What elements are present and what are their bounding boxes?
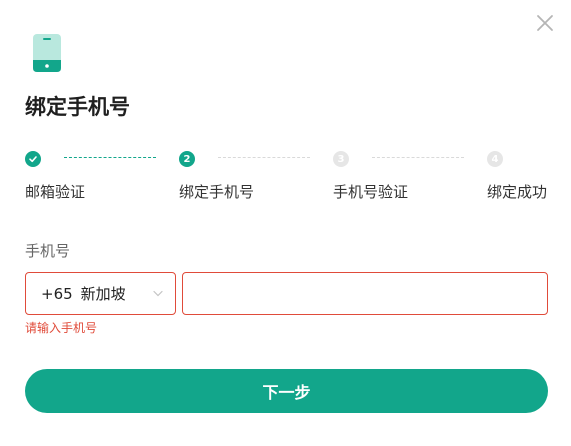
check-icon — [29, 156, 37, 163]
country-code-select[interactable]: +65 新加坡 — [25, 272, 176, 315]
step-4-marker: 4 — [487, 151, 503, 167]
step-connector-2 — [218, 157, 310, 158]
step-2-label: 绑定手机号 — [179, 183, 255, 201]
phone-number-input[interactable] — [182, 272, 548, 315]
step-1-label: 邮箱验证 — [25, 183, 86, 201]
country-name-value: 新加坡 — [80, 285, 126, 303]
step-connector-1 — [64, 157, 156, 158]
phone-field-label: 手机号 — [25, 242, 71, 260]
step-4-label: 绑定成功 — [487, 183, 548, 201]
step-connector-3 — [372, 157, 464, 158]
phone-error-message: 请输入手机号 — [25, 321, 98, 335]
next-step-button[interactable]: 下一步 — [25, 369, 548, 413]
step-2-marker: 2 — [179, 151, 195, 167]
country-code-value: +65 — [41, 284, 73, 303]
step-3-label: 手机号验证 — [333, 183, 409, 201]
dialog-title: 绑定手机号 — [25, 95, 130, 119]
close-button[interactable] — [534, 12, 556, 34]
chevron-down-icon — [153, 290, 163, 297]
mobile-phone-icon — [33, 34, 61, 72]
close-icon — [537, 15, 553, 31]
step-3-marker: 3 — [333, 151, 349, 167]
step-1-marker — [25, 151, 41, 167]
